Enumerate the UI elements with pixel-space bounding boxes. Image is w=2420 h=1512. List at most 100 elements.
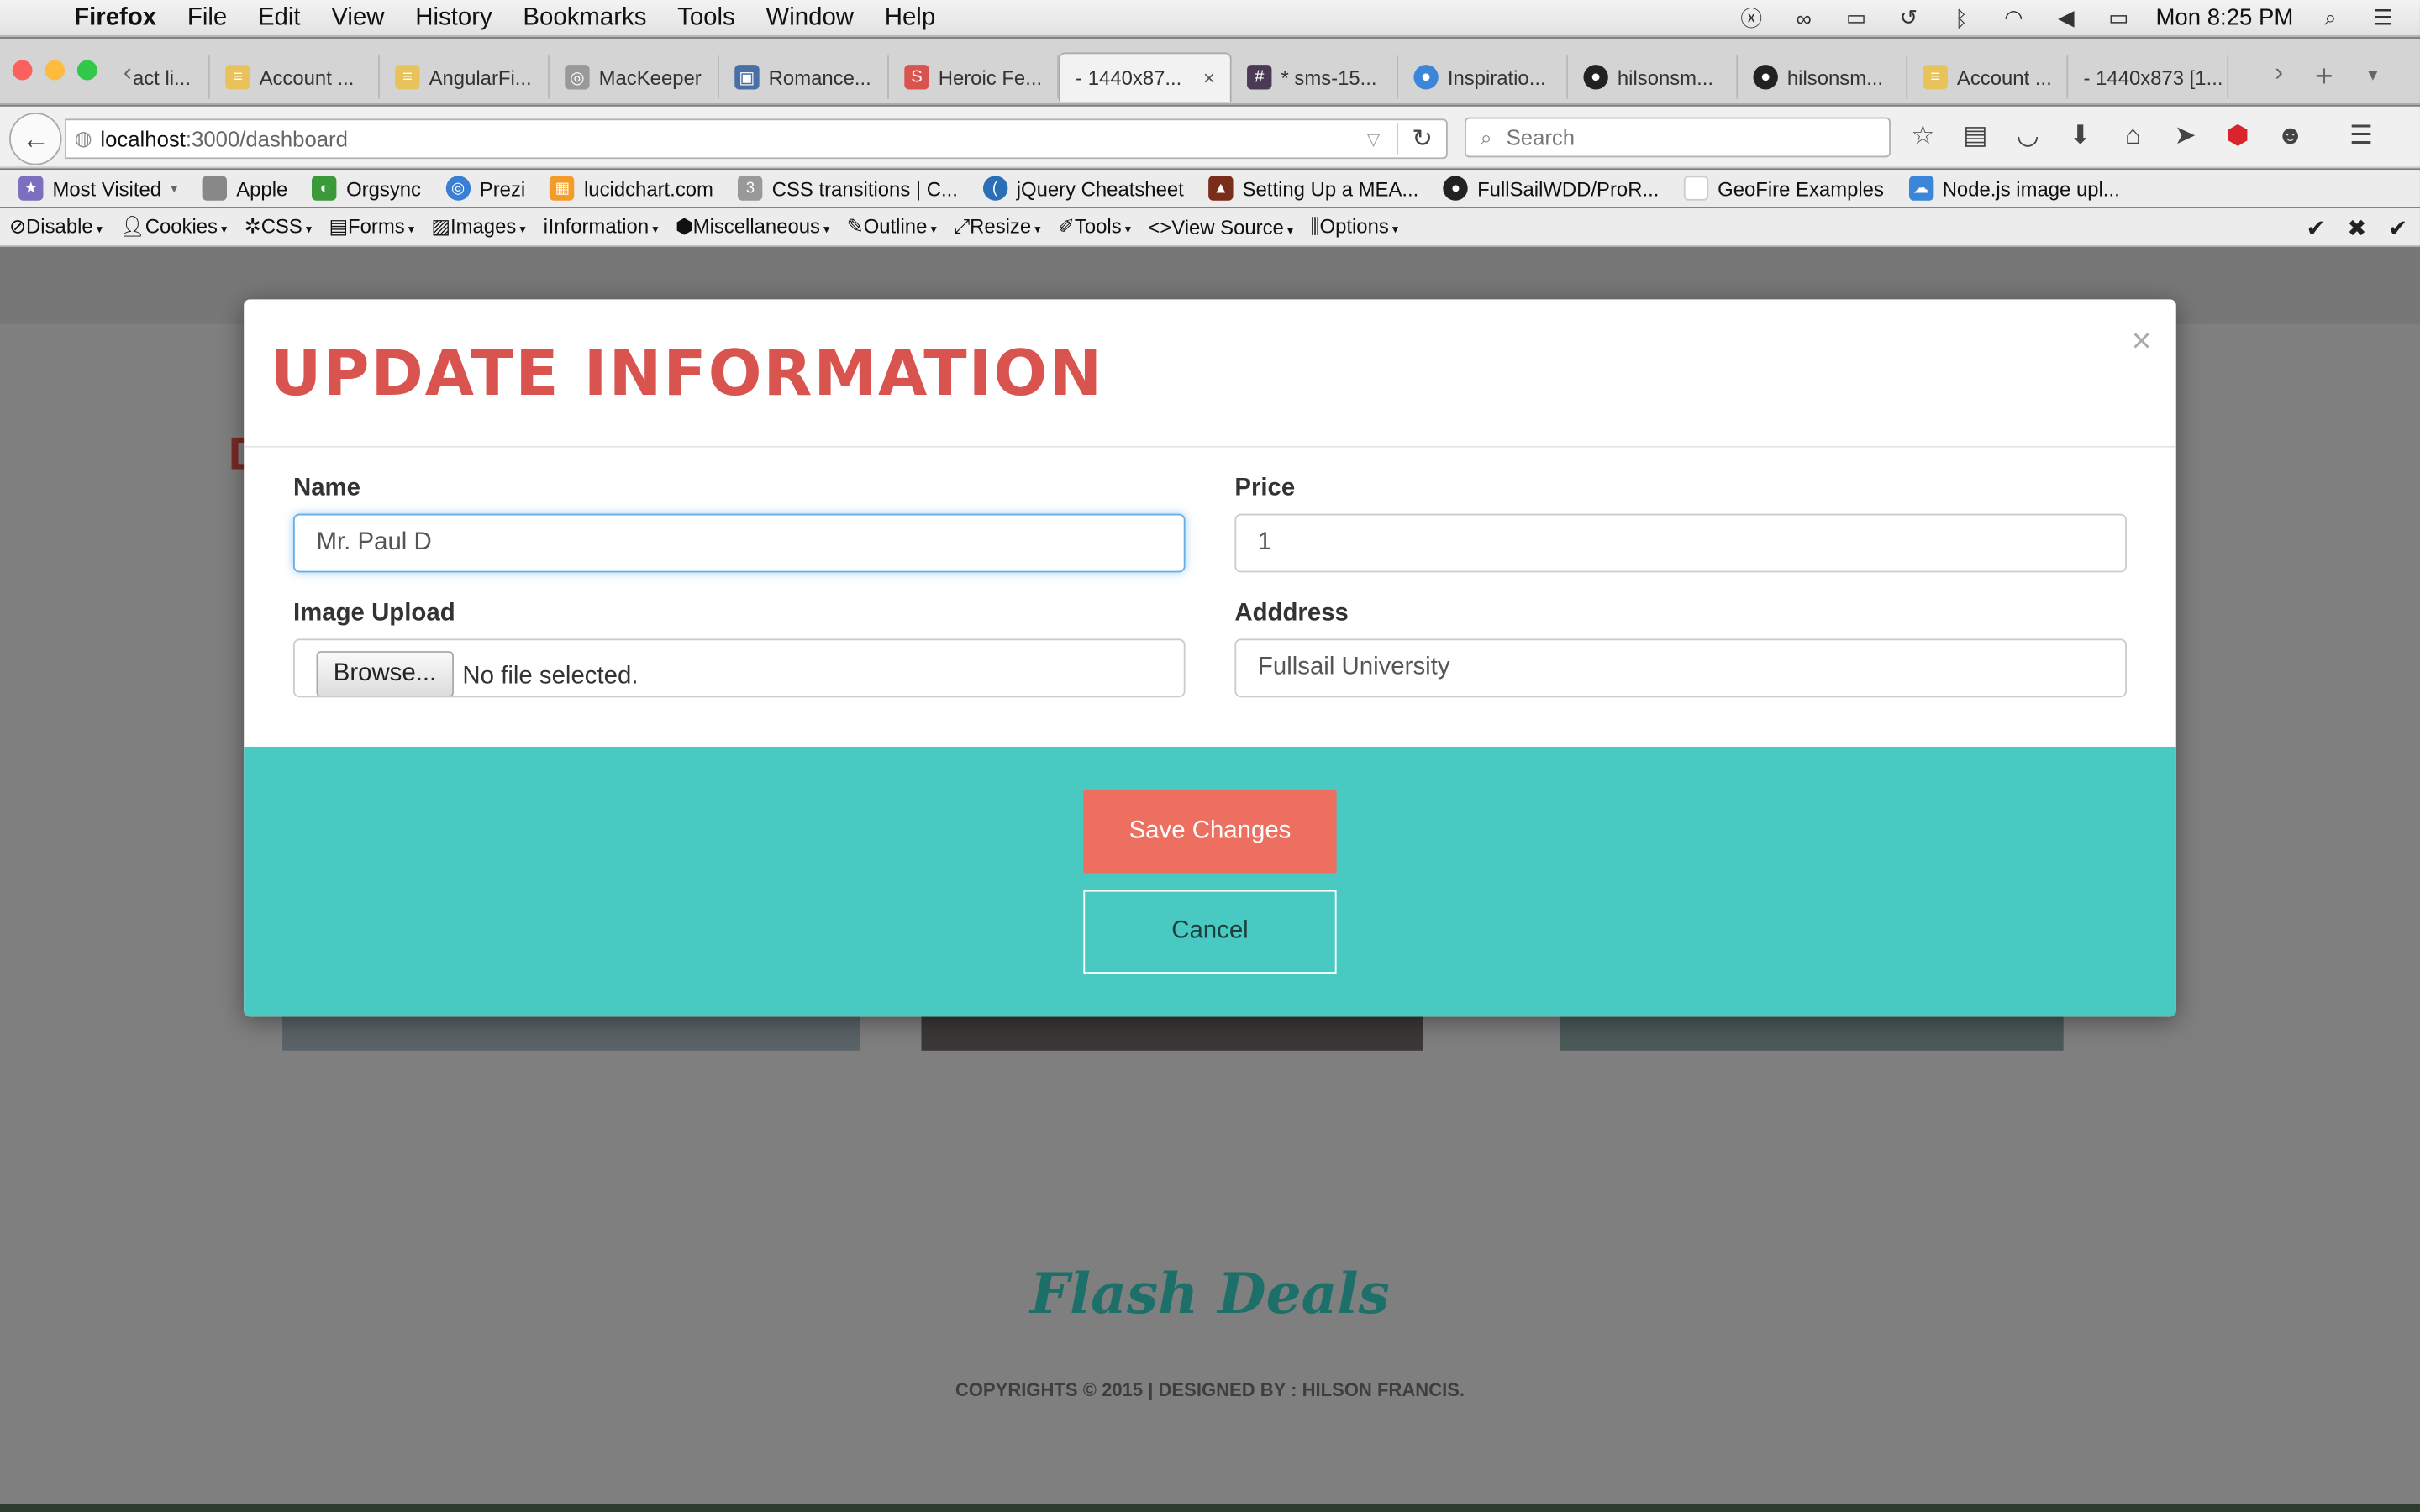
tab[interactable]: ● hilsonsm... [1738,55,1908,99]
tab[interactable]: ▣ Romance... [719,55,889,99]
hamburger-menu-icon[interactable]: ☰ [2346,120,2377,151]
tab[interactable]: ● hilsonsm... [1568,55,1739,99]
menu-file[interactable]: File [172,4,243,32]
menu-edit[interactable]: Edit [243,4,316,32]
dev-tools[interactable]: ✐Tools [1058,214,1131,239]
address-input[interactable]: Fullsail University [1234,638,2127,698]
time-machine-icon[interactable]: ↺ [1893,5,1924,29]
wifi-icon[interactable]: ◠ [1998,5,2029,29]
minimize-window-button[interactable] [45,60,66,81]
dev-options[interactable]: ⫼Options [1311,214,1399,239]
download-icon[interactable]: ⬇ [2065,120,2096,151]
dev-images[interactable]: ▨Images [431,214,525,239]
image-upload-input[interactable]: Browse... No file selected. [292,638,1186,698]
zoom-window-button[interactable] [76,60,97,81]
bookmark-lucidchart[interactable]: ▦ lucidchart.com [550,176,713,201]
dev-forms[interactable]: ▤Forms [329,214,414,239]
spotlight-search-icon[interactable]: ⌕ [2315,5,2346,29]
tab[interactable]: ● Inspiratio... [1398,55,1569,99]
url-bar[interactable]: ◍ localhost:3000/dashboard ▽ ↻ [65,118,1448,160]
bookmark-nodejs[interactable]: ☁ Node.js image upl... [1908,176,2120,201]
battery-icon[interactable]: ▭ [2103,5,2134,29]
new-tab-icon[interactable]: + [2315,60,2333,96]
bookmark-css-transitions[interactable]: 3 CSS transitions | C... [738,176,958,201]
bookmark-jquery[interactable]: (jQuery Cheatsheet [982,176,1184,201]
css3-icon: 3 [738,176,763,201]
close-window-button[interactable] [12,60,33,81]
tabs-scroll-right-icon[interactable]: › [2275,60,2283,88]
bookmark-apple[interactable]: Apple [202,176,287,201]
bookmark-mean[interactable]: ▲ Setting Up a MEA... [1208,176,1418,201]
cancel-button[interactable]: Cancel [1083,890,1337,974]
close-icon[interactable]: × [2132,321,2152,361]
modal-title: UPDATE INFORMATION [270,336,1104,411]
tab[interactable]: # * sms-15... [1232,55,1399,99]
search-input[interactable]: ⌕ Search [1465,117,1891,158]
web-developer-toolbar: ⊘Disable 👤︎Cookies ✲CSS ▤Forms ▨Images ⅰ… [0,207,2420,247]
dev-disable[interactable]: ⊘Disable [9,214,103,239]
copyright-text: COPYRIGHTS © 2015 | DESIGNED BY : HILSON… [955,1379,1465,1401]
bluetooth-icon[interactable]: ᛒ [1946,5,1977,29]
name-field-group: Name Mr. Paul D [292,475,1186,573]
tab[interactable]: ≡ Account ... [1907,55,2069,99]
tab-label: act li... [132,66,191,89]
tab-active[interactable]: - 1440x87... × [1058,52,1232,102]
tab[interactable]: act li... [118,55,210,99]
price-input[interactable]: 1 [1234,513,2127,573]
dev-css[interactable]: ✲CSS [245,214,313,239]
bookmark-fullsail[interactable]: ● FullSailWDD/ProR... [1443,176,1659,201]
adblock-icon[interactable]: ⬢ [2223,120,2254,151]
close-tab-icon[interactable]: × [1203,66,1215,90]
notification-list-icon[interactable]: ☰ [2367,5,2398,29]
tab[interactable]: S Heroic Fe... [889,55,1059,99]
close-circle-icon[interactable]: ⓧ [1736,5,1767,29]
home-icon[interactable]: ⌂ [2118,120,2149,151]
volume-icon[interactable]: ◀ [2051,5,2082,29]
jquery-icon: ( [982,176,1007,201]
bookmark-star-icon[interactable]: ☆ [1907,120,1939,151]
history-dropdown-icon[interactable]: ▽ [1350,129,1397,149]
pocket-icon[interactable]: ◡ [2012,120,2044,151]
menu-window[interactable]: Window [750,4,869,32]
dev-information[interactable]: ⅰInformation [543,214,659,239]
tab[interactable]: - 1440x873 [1... [2068,55,2229,99]
cross-icon[interactable]: ✖ [2347,214,2366,242]
send-icon[interactable]: ➤ [2170,120,2201,151]
dev-view-source[interactable]: <>View Source [1148,215,1293,239]
menu-view[interactable]: View [316,4,400,32]
creative-cloud-icon[interactable]: ∞ [1788,5,1819,29]
check-icon[interactable]: ✔ [2307,214,2326,242]
bookmark-orgsync[interactable]: ◐ Orgsync [312,176,421,201]
reading-list-icon[interactable]: ▤ [1960,120,1991,151]
database-icon: ≡ [225,65,250,90]
tab[interactable]: ◎ MacKeeper [550,55,719,99]
menu-tools[interactable]: Tools [662,4,750,32]
back-arrow-icon[interactable]: ← [9,113,62,165]
browse-button[interactable]: Browse... [316,651,454,696]
tab[interactable]: ≡ AngularFi... [380,55,550,99]
dev-miscellaneous[interactable]: ⬢Miscellaneous [676,214,830,239]
app-menu[interactable]: Firefox [59,4,172,32]
bookmark-geofire[interactable]: GeoFire Examples [1683,176,1884,201]
site-info-icon[interactable]: ◍ [66,127,100,151]
dev-resize[interactable]: ⤢Resize [954,214,1041,239]
footer-logo[interactable]: Flash Deals [0,1262,2420,1326]
bookmark-prezi[interactable]: ◎ Prezi [445,176,525,201]
menu-history[interactable]: History [400,4,508,32]
tab[interactable]: ≡ Account ... [210,55,380,99]
clock[interactable]: Mon 8:25 PM [2155,5,2293,31]
tab-list-icon[interactable]: ▼ [2365,66,2381,85]
airplay-icon[interactable]: ▭ [1841,5,1872,29]
reload-icon[interactable]: ↻ [1397,123,1446,155]
name-input[interactable]: Mr. Paul D [292,513,1186,573]
menu-bookmarks[interactable]: Bookmarks [508,4,662,32]
smiley-icon[interactable]: ☻ [2275,120,2306,151]
image-upload-label: Image Upload [292,600,455,627]
dev-cookies[interactable]: 👤︎Cookies [119,214,227,239]
dev-outline[interactable]: ✎Outline [847,214,937,239]
tab-label: Inspiratio... [1447,66,1546,89]
bookmark-most-visited[interactable]: ★ Most Visited ▾ [18,176,177,201]
menu-help[interactable]: Help [869,4,950,32]
check-icon[interactable]: ✔ [2388,214,2407,242]
save-changes-button[interactable]: Save Changes [1083,790,1337,874]
